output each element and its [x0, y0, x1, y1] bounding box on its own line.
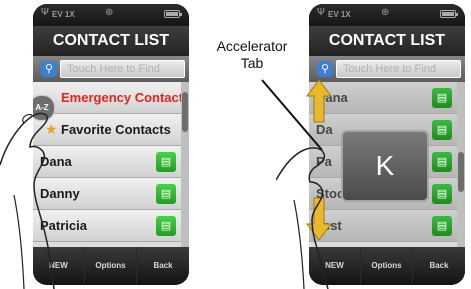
callout-leader-line	[261, 79, 323, 151]
right-hand-illustration	[276, 147, 329, 289]
left-hand-illustration	[0, 112, 55, 289]
